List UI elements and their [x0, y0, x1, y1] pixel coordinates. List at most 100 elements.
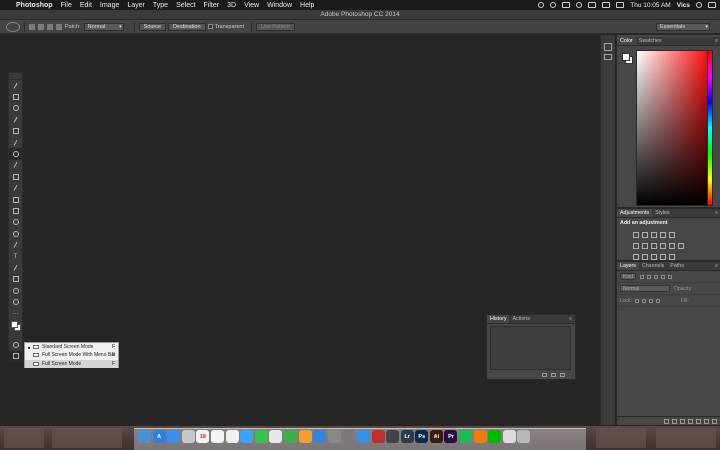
numbers-icon[interactable] — [283, 430, 297, 443]
app-menu[interactable]: Photoshop — [16, 2, 53, 9]
tab-color[interactable]: Color — [617, 37, 636, 45]
messages-icon[interactable] — [240, 430, 254, 443]
filter-pixel-icon[interactable] — [640, 274, 645, 279]
intersect-selection-icon[interactable] — [56, 23, 62, 30]
brush-tool[interactable] — [9, 160, 22, 171]
tab-paths[interactable]: Paths — [667, 262, 687, 270]
filter-smart-icon[interactable] — [668, 274, 673, 279]
quick-select-tool[interactable] — [9, 114, 22, 125]
patch-mode-select[interactable]: Normal — [83, 22, 124, 31]
spotify-icon[interactable] — [459, 430, 473, 443]
foreground-color[interactable] — [11, 321, 18, 329]
mail-icon[interactable] — [181, 430, 195, 443]
tab-swatches[interactable]: Swatches — [636, 37, 665, 45]
tab-channels[interactable]: Channels — [639, 262, 667, 270]
history-list[interactable] — [490, 326, 571, 370]
illustrator-icon[interactable]: Ai — [429, 430, 443, 443]
group-icon[interactable] — [696, 418, 701, 424]
transparent-checkbox[interactable] — [207, 24, 213, 29]
gradient-map-icon[interactable] — [660, 253, 666, 260]
panel-menu-icon[interactable]: ≡ — [569, 316, 572, 322]
premiere-icon[interactable]: Pr — [444, 430, 458, 443]
snapshot-icon[interactable] — [551, 372, 556, 377]
clone-stamp-tool[interactable] — [9, 171, 22, 182]
destination-button[interactable]: Destination — [168, 22, 206, 31]
source-button[interactable]: Source — [138, 22, 167, 31]
spotlight-icon[interactable] — [696, 2, 702, 8]
blur-tool[interactable] — [9, 217, 22, 228]
tab-history[interactable]: History — [487, 315, 510, 323]
lock-pixels-icon[interactable] — [634, 298, 639, 303]
calendar-icon[interactable]: 18 — [196, 430, 210, 443]
menu-item-full-screen[interactable]: Full Screen Mode F — [25, 359, 118, 368]
channel-mixer-icon[interactable] — [669, 242, 675, 249]
trash-icon[interactable] — [517, 430, 531, 443]
notification-center-icon[interactable] — [708, 2, 716, 8]
app-store-icon[interactable]: A — [152, 430, 166, 443]
panel-menu-icon[interactable]: ≡ — [715, 210, 718, 216]
info-icon[interactable] — [604, 54, 612, 60]
eraser-tool[interactable] — [9, 194, 22, 205]
battery-icon[interactable] — [616, 2, 625, 8]
trash-icon[interactable] — [712, 418, 717, 424]
photoshop-icon[interactable]: Ps — [415, 430, 429, 443]
curves-icon[interactable] — [651, 231, 657, 238]
brightness-icon[interactable] — [633, 231, 639, 238]
lasso-tool[interactable] — [9, 103, 22, 114]
posterize-icon[interactable] — [642, 253, 648, 260]
exposure-icon[interactable] — [660, 231, 666, 238]
menu-3d[interactable]: 3D — [227, 2, 236, 9]
lock-all-icon[interactable] — [655, 298, 660, 303]
tool-preset-icon[interactable] — [6, 21, 20, 32]
new-selection-icon[interactable] — [29, 23, 35, 30]
dodge-tool[interactable] — [9, 228, 22, 239]
panel-menu-icon[interactable]: ≡ — [715, 38, 718, 44]
trash-icon[interactable] — [560, 372, 565, 377]
history-brush-tool[interactable] — [9, 183, 22, 194]
flag-icon[interactable] — [588, 2, 597, 8]
add-selection-icon[interactable] — [38, 23, 44, 30]
menu-file[interactable]: File — [61, 2, 72, 9]
display-icon[interactable] — [562, 2, 571, 8]
hand-tool[interactable] — [9, 285, 22, 296]
keynote-icon[interactable] — [313, 430, 327, 443]
menu-item-full-screen-menu-bar[interactable]: Full Screen Mode With Menu Bar F — [25, 351, 118, 359]
new-document-icon[interactable] — [542, 372, 547, 377]
menu-select[interactable]: Select — [176, 2, 195, 9]
zoom-tool[interactable] — [9, 296, 22, 307]
preview-icon[interactable] — [327, 430, 341, 443]
sync-icon[interactable] — [550, 2, 557, 8]
filter-adjustment-icon[interactable] — [647, 274, 652, 279]
final-cut-icon[interactable] — [386, 430, 400, 443]
fx-icon[interactable] — [672, 418, 677, 424]
notes-icon[interactable] — [210, 430, 224, 443]
hue-saturation-icon[interactable] — [633, 242, 639, 249]
eyedropper-tool[interactable] — [9, 137, 22, 148]
threshold-icon[interactable] — [651, 253, 657, 260]
menu-edit[interactable]: Edit — [80, 2, 92, 9]
marquee-tool[interactable] — [9, 91, 22, 102]
facetime-icon[interactable] — [254, 430, 268, 443]
move-tool[interactable] — [9, 80, 22, 91]
menu-help[interactable]: Help — [300, 2, 314, 9]
vibrance-icon[interactable] — [669, 231, 675, 238]
kind-filter-select[interactable]: Kind — [620, 273, 637, 280]
use-pattern-button[interactable]: Use Pattern — [256, 22, 296, 31]
pen-tool[interactable] — [9, 239, 22, 250]
photos-icon[interactable] — [269, 430, 283, 443]
selective-color-icon[interactable] — [669, 253, 675, 260]
wifi-icon[interactable] — [576, 2, 583, 8]
filter-type-icon[interactable] — [654, 274, 659, 279]
gradient-tool[interactable] — [9, 205, 22, 216]
black-white-icon[interactable] — [651, 242, 657, 249]
quick-mask-button[interactable] — [9, 339, 22, 350]
color-lookup-icon[interactable] — [678, 242, 684, 249]
subtract-selection-icon[interactable] — [47, 23, 53, 30]
reminders-icon[interactable] — [225, 430, 239, 443]
vlc-icon[interactable] — [473, 430, 487, 443]
menu-layer[interactable]: Layer — [127, 2, 145, 9]
finder-icon[interactable] — [138, 430, 151, 443]
menu-type[interactable]: Type — [153, 2, 168, 9]
lightroom-icon[interactable]: Lr — [400, 430, 414, 443]
panel-menu-icon[interactable]: ≡ — [715, 263, 718, 269]
